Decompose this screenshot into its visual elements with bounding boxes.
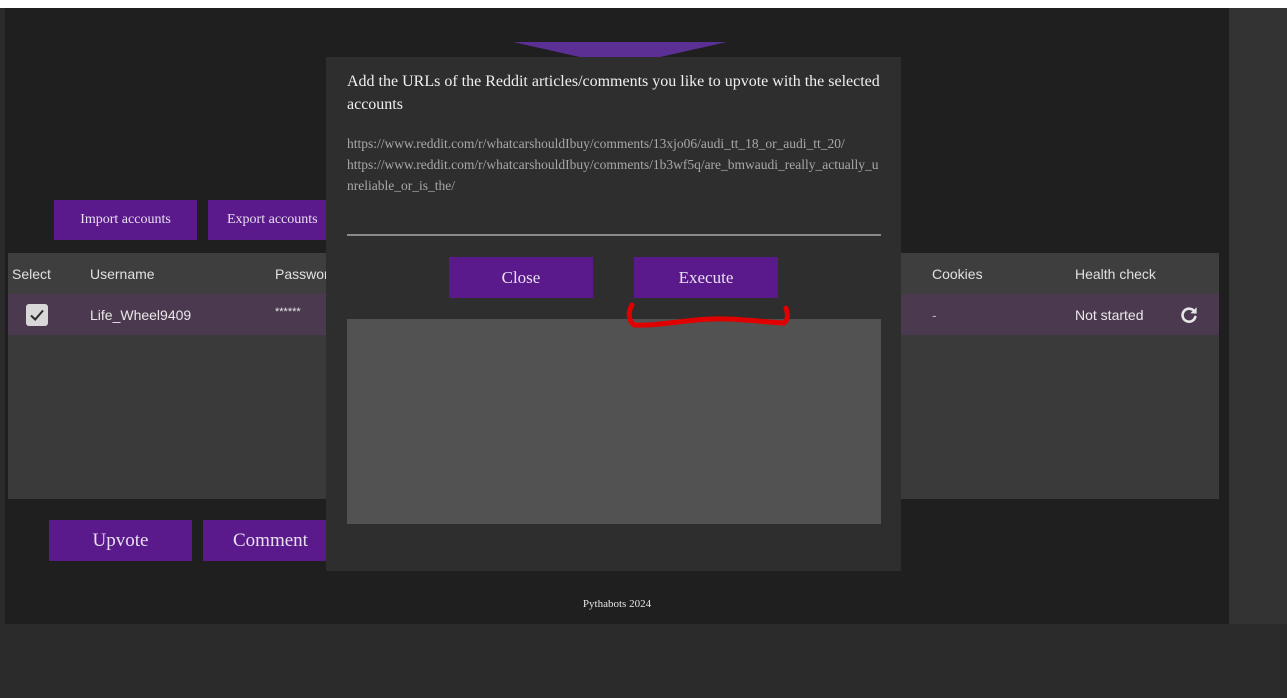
desktop-background	[0, 624, 1287, 698]
check-icon	[30, 309, 44, 321]
upvote-urls-dialog: Add the URLs of the Reddit articles/comm…	[326, 57, 901, 571]
column-header-select: Select	[12, 266, 51, 282]
comment-button[interactable]: Comment	[203, 520, 346, 561]
row-health-status: Not started	[1075, 307, 1144, 323]
right-side-panel	[1229, 8, 1287, 624]
close-button[interactable]: Close	[449, 257, 593, 298]
column-header-password: Passwor	[275, 266, 329, 282]
row-cookies: -	[932, 307, 937, 323]
row-username: Life_Wheel9409	[90, 307, 192, 323]
column-header-username: Username	[90, 266, 155, 282]
row-password: ******	[275, 306, 301, 318]
import-accounts-button[interactable]: Import accounts	[54, 200, 197, 240]
refresh-icon[interactable]	[1179, 305, 1199, 325]
row-select-checkbox[interactable]	[26, 304, 48, 326]
execute-button[interactable]: Execute	[634, 257, 778, 298]
footer-copyright: Pythabots 2024	[582, 598, 652, 610]
column-header-health-check: Health check	[1075, 266, 1156, 282]
dialog-title: Add the URLs of the Reddit articles/comm…	[347, 73, 880, 113]
column-header-cookies: Cookies	[932, 266, 983, 282]
screen-top-edge	[0, 0, 1287, 8]
urls-input[interactable]: https://www.reddit.com/r/whatcarshouldIb…	[347, 133, 881, 236]
execution-log-area	[347, 319, 881, 524]
app-window: Import accounts Export accounts Select U…	[5, 8, 1229, 624]
upvote-button[interactable]: Upvote	[49, 520, 192, 561]
